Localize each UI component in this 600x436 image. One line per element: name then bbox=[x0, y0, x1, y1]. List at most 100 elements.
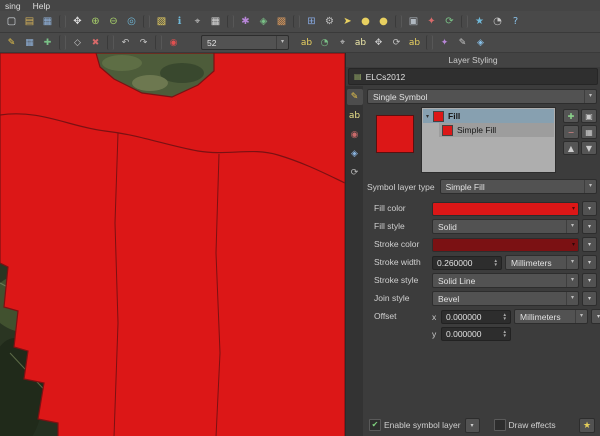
stroke-style-combo[interactable]: Solid Line ▾ bbox=[432, 273, 579, 288]
undo-icon[interactable]: ↶ bbox=[117, 35, 134, 50]
redo-icon[interactable]: ↷ bbox=[135, 35, 152, 50]
enable-layer-data-defined-button[interactable]: ▾ bbox=[465, 418, 480, 433]
add-symbol-layer-button[interactable]: ✚ bbox=[563, 109, 579, 123]
chevron-down-icon: ▾ bbox=[572, 205, 575, 212]
measure-angle-icon[interactable]: ◈ bbox=[472, 35, 489, 50]
grid-icon[interactable]: ⊞ bbox=[303, 14, 320, 30]
toolbar-separator bbox=[426, 35, 433, 50]
value-combo[interactable]: 52 ▾ bbox=[201, 35, 289, 50]
join-style-data-defined-button[interactable]: ▾ bbox=[582, 291, 597, 306]
save-edits-icon[interactable]: ▦ bbox=[21, 35, 38, 50]
chevron-down-icon: ▾ bbox=[572, 241, 575, 248]
stroke-color-data-defined-button[interactable]: ▾ bbox=[582, 237, 597, 252]
new-layer-icon[interactable]: ✱ bbox=[237, 14, 254, 30]
toolbar-separator bbox=[293, 15, 300, 28]
style-manager-icon[interactable]: ✦ bbox=[423, 14, 440, 30]
annotation-icon[interactable]: ✎ bbox=[454, 35, 471, 50]
add-vector-layer-icon[interactable]: ◈ bbox=[255, 14, 272, 30]
offset-x-input[interactable]: 0.000000 ▲▼ bbox=[441, 310, 511, 324]
tab-3d-view[interactable]: ◈ bbox=[347, 146, 363, 162]
snapping-record-icon[interactable]: ◉ bbox=[165, 35, 182, 50]
layer-diagram-icon[interactable]: ◔ bbox=[316, 35, 333, 50]
tab-mask[interactable]: ◉ bbox=[347, 127, 363, 143]
highlight-labels-icon[interactable]: ab bbox=[352, 35, 369, 50]
select-features-icon[interactable]: ▧ bbox=[153, 14, 170, 30]
processing-toolbox-icon[interactable]: ⚙ bbox=[321, 14, 338, 30]
stroke-style-label: Stroke style bbox=[367, 273, 429, 285]
toggle-editing-icon[interactable]: ✎ bbox=[3, 35, 20, 50]
layer-labeling-icon[interactable]: ab bbox=[298, 35, 315, 50]
offset-unit-combo[interactable]: Millimeters ▾ bbox=[514, 309, 588, 324]
project-save-icon[interactable]: ▦ bbox=[39, 14, 56, 30]
zoom-out-icon[interactable]: ⊖ bbox=[105, 14, 122, 30]
enable-symbol-layer-checkbox[interactable]: ✔ Enable symbol layer bbox=[369, 419, 461, 431]
fill-style-combo[interactable]: Solid ▾ bbox=[432, 219, 579, 234]
renderer-combo-text: Single Symbol bbox=[373, 92, 427, 102]
move-up-button[interactable]: ▲ bbox=[563, 141, 579, 155]
change-label-icon[interactable]: ab bbox=[406, 35, 423, 50]
stroke-width-unit-combo[interactable]: Millimeters ▾ bbox=[505, 255, 579, 270]
add-feature-icon[interactable]: ✚ bbox=[39, 35, 56, 50]
duplicate-symbol-layer-button[interactable]: ▦ bbox=[581, 125, 597, 139]
stroke-width-row: Stroke width 0.260000 ▲▼ Millimeters bbox=[367, 255, 597, 270]
move-down-button[interactable]: ▼ bbox=[581, 141, 597, 155]
stroke-color-row: Stroke color ▾ ▾ bbox=[367, 237, 597, 252]
stroke-style-value: Solid Line bbox=[438, 276, 475, 286]
renderer-combo[interactable]: Single Symbol ▾ bbox=[367, 89, 597, 104]
tab-symbology[interactable]: ✎ bbox=[347, 89, 363, 105]
delete-feature-icon[interactable]: ✖ bbox=[87, 35, 104, 50]
vertex-tool-icon[interactable]: ◇ bbox=[69, 35, 86, 50]
comment-bubble-2-icon[interactable]: ● bbox=[375, 14, 392, 30]
layer-selector[interactable]: ▤ ELCs2012 bbox=[348, 68, 598, 85]
offset-y-input[interactable]: 0.000000 ▲▼ bbox=[441, 327, 511, 341]
temporal-icon[interactable]: ◔ bbox=[489, 14, 506, 30]
fill-color-label: Fill color bbox=[367, 201, 429, 213]
help-icon[interactable]: ? bbox=[507, 14, 524, 30]
bookmark-icon[interactable]: ★ bbox=[471, 14, 488, 30]
add-raster-layer-icon[interactable]: ▩ bbox=[273, 14, 290, 30]
project-open-icon[interactable]: ▤ bbox=[21, 14, 38, 30]
menu-help[interactable]: Help bbox=[33, 1, 50, 11]
stroke-width-data-defined-button[interactable]: ▾ bbox=[582, 255, 597, 270]
move-label-icon[interactable]: ✥ bbox=[370, 35, 387, 50]
join-style-combo[interactable]: Bevel ▾ bbox=[432, 291, 579, 306]
stroke-width-input[interactable]: 0.260000 ▲▼ bbox=[432, 256, 502, 270]
offset-data-defined-button[interactable]: ▾ bbox=[591, 309, 600, 324]
tree-item-fill[interactable]: ▾ Fill bbox=[423, 109, 554, 123]
spinner-arrows-icon[interactable]: ▲▼ bbox=[503, 313, 507, 321]
pin-labels-icon[interactable]: ⌖ bbox=[334, 35, 351, 50]
customize-effects-button[interactable]: ★ bbox=[579, 418, 595, 433]
fill-style-data-defined-button[interactable]: ▾ bbox=[582, 219, 597, 234]
offset-row: Offset x 0.000000 ▲▼ bbox=[367, 309, 597, 341]
zoom-in-icon[interactable]: ⊕ bbox=[87, 14, 104, 30]
layout-manager-icon[interactable]: ▣ bbox=[405, 14, 422, 30]
decorations-icon[interactable]: ✦ bbox=[436, 35, 453, 50]
spinner-arrows-icon[interactable]: ▲▼ bbox=[503, 330, 507, 338]
draw-effects-checkbox[interactable]: Draw effects bbox=[494, 419, 556, 431]
fill-color-data-defined-button[interactable]: ▾ bbox=[582, 201, 597, 216]
project-new-icon[interactable]: ▢ bbox=[3, 14, 20, 30]
enable-symbol-layer-label: Enable symbol layer bbox=[384, 420, 461, 430]
zoom-full-icon[interactable]: ◎ bbox=[123, 14, 140, 30]
stroke-style-data-defined-button[interactable]: ▾ bbox=[582, 273, 597, 288]
map-canvas[interactable] bbox=[0, 53, 345, 436]
lock-color-button[interactable]: ▣ bbox=[581, 109, 597, 123]
symbol-layer-type-combo[interactable]: Simple Fill ▾ bbox=[440, 179, 597, 194]
tab-labels[interactable]: ab bbox=[347, 108, 363, 124]
rotate-label-icon[interactable]: ⟳ bbox=[388, 35, 405, 50]
tree-item-simple-fill[interactable]: Simple Fill bbox=[439, 123, 554, 137]
stroke-color-button[interactable]: ▾ bbox=[432, 238, 579, 252]
menu-processing-partial[interactable]: sing bbox=[5, 1, 21, 11]
pan-map-icon[interactable]: ✥ bbox=[69, 14, 86, 30]
tab-history[interactable]: ⟳ bbox=[347, 165, 363, 181]
identify-features-icon[interactable]: ℹ bbox=[171, 14, 188, 30]
tree-expand-icon[interactable]: ▾ bbox=[426, 113, 429, 120]
fill-color-button[interactable]: ▾ bbox=[432, 202, 579, 216]
spinner-arrows-icon[interactable]: ▲▼ bbox=[494, 259, 498, 267]
python-console-icon[interactable]: ➤ bbox=[339, 14, 356, 30]
refresh-icon[interactable]: ⟳ bbox=[441, 14, 458, 30]
attribute-table-icon[interactable]: ▦ bbox=[207, 14, 224, 30]
remove-symbol-layer-button[interactable]: − bbox=[563, 125, 579, 139]
comment-bubble-icon[interactable]: ● bbox=[357, 14, 374, 30]
measure-icon[interactable]: ⌖ bbox=[189, 14, 206, 30]
